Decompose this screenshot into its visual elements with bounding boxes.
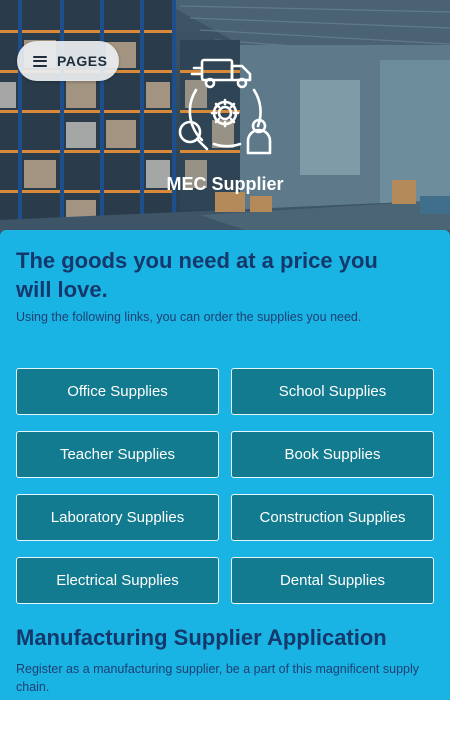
laboratory-supplies-button[interactable]: Laboratory Supplies [16, 494, 219, 541]
menu-icon [33, 55, 47, 67]
supplier-logo [178, 58, 272, 155]
brand-name: MEC Supplier [166, 174, 284, 194]
pages-menu-button[interactable]: PAGES [17, 41, 119, 81]
electrical-supplies-button[interactable]: Electrical Supplies [16, 557, 219, 604]
truck-icon [190, 58, 252, 89]
content-card: The goods you need at a price you will l… [0, 230, 450, 700]
school-supplies-button[interactable]: School Supplies [231, 368, 434, 415]
application-title: Manufacturing Supplier Application [16, 625, 387, 650]
gear-icon [210, 98, 240, 128]
teacher-supplies-button[interactable]: Teacher Supplies [16, 431, 219, 478]
dental-supplies-button[interactable]: Dental Supplies [231, 557, 434, 604]
page-footer-area [0, 700, 450, 750]
pages-menu-label: PAGES [57, 53, 108, 69]
page-headline: The goods you need at a price you will l… [16, 248, 378, 302]
page-subtext: Using the following links, you can order… [16, 310, 362, 324]
book-supplies-button[interactable]: Book Supplies [231, 431, 434, 478]
office-supplies-button[interactable]: Office Supplies [16, 368, 219, 415]
construction-supplies-button[interactable]: Construction Supplies [231, 494, 434, 541]
application-description: Register as a manufacturing supplier, be… [16, 662, 419, 694]
